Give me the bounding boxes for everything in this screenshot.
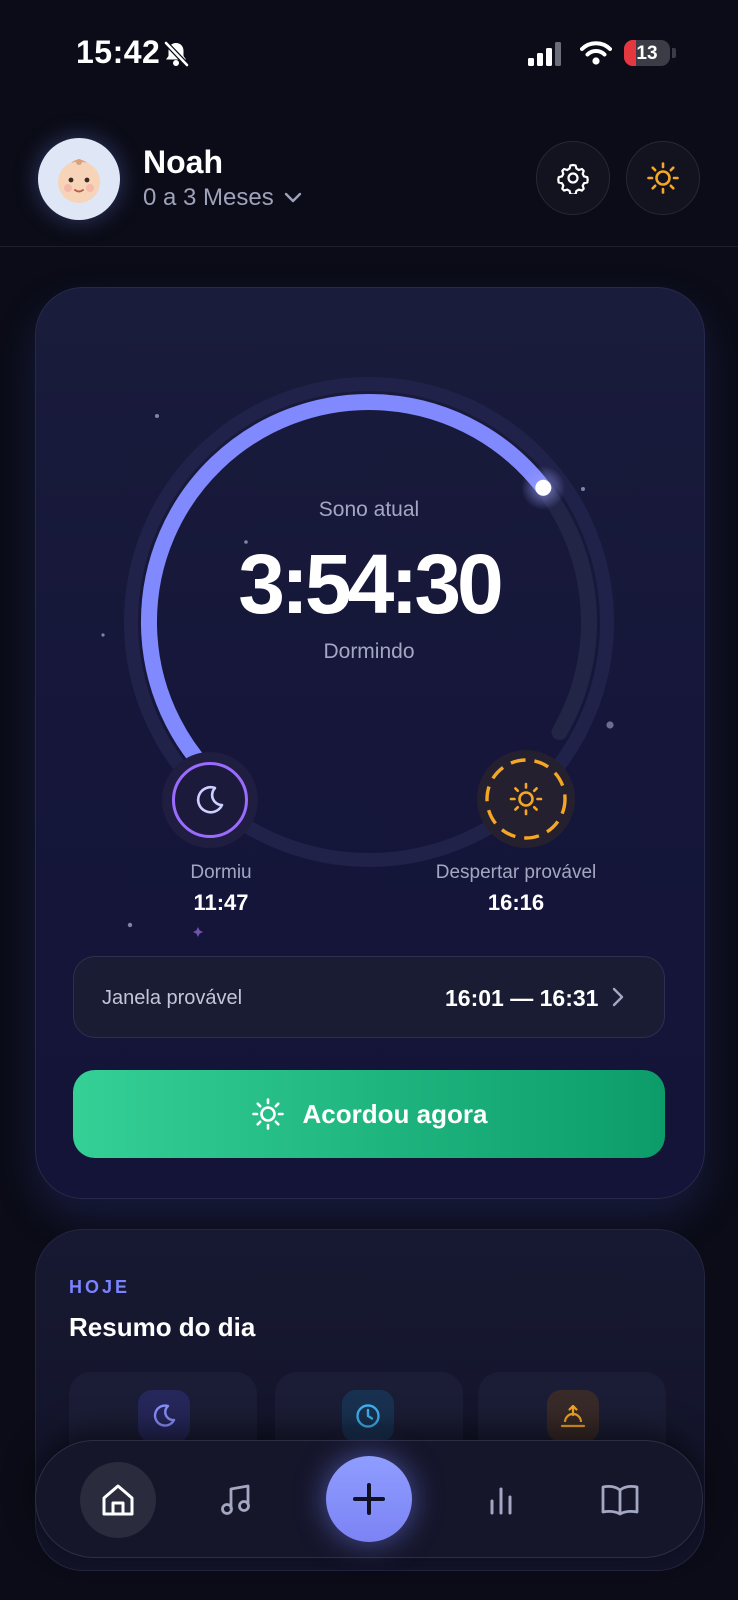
- probable-wake-label: Despertar provável: [435, 862, 597, 883]
- summary-title: Resumo do dia: [69, 1312, 256, 1342]
- sunrise-icon: [560, 1404, 586, 1428]
- plus-icon: [353, 1483, 385, 1515]
- dial-knob: [535, 479, 552, 496]
- age-range-selector[interactable]: 0 a 3 Meses: [143, 184, 302, 212]
- summary-sleep-icon-box: [138, 1390, 190, 1442]
- clock-icon: [356, 1404, 380, 1428]
- summary-wake-icon-box: [547, 1390, 599, 1442]
- probable-window-range: 16:01 — 16:31: [445, 985, 599, 1011]
- add-entry-button[interactable]: [326, 1456, 412, 1542]
- baby-name: Noah: [143, 144, 223, 180]
- sleep-progress-dial: [101, 377, 614, 1037]
- nav-statistics[interactable]: [463, 1462, 539, 1538]
- age-range-label: 0 a 3 Meses: [143, 184, 274, 211]
- slept-marker-ring: [172, 762, 248, 838]
- sun-icon: [485, 758, 567, 840]
- summary-kicker: HOJE: [69, 1277, 131, 1297]
- battery-level: 13: [636, 43, 658, 64]
- slept-time: 11:47: [193, 890, 249, 915]
- theme-toggle-button[interactable]: [626, 141, 700, 215]
- summary-time-icon-box: [342, 1390, 394, 1442]
- battery-nub: [672, 48, 676, 58]
- sleep-timer: 3:54:30: [238, 537, 504, 631]
- wifi-icon: [580, 41, 612, 65]
- nav-sounds[interactable]: [199, 1462, 275, 1538]
- header-divider: [0, 246, 738, 247]
- music-icon: [221, 1484, 250, 1515]
- battery-indicator: 13: [624, 40, 670, 66]
- probable-wake-time: 16:16: [487, 890, 545, 915]
- settings-button[interactable]: [536, 141, 610, 215]
- current-sleep-label: Sono atual: [318, 498, 420, 521]
- bar-chart-icon: [490, 1487, 512, 1515]
- book-icon: [601, 1485, 639, 1516]
- chevron-down-icon: [284, 192, 301, 203]
- sun-icon: [251, 1098, 284, 1130]
- gear-icon: [557, 163, 589, 194]
- status-time: 15:42: [76, 34, 161, 70]
- signal-icon: [528, 42, 561, 66]
- woke-up-now-button[interactable]: Acordou agora: [73, 1070, 665, 1158]
- chevron-right-icon: [612, 987, 624, 1007]
- sleep-state: Dormindo: [323, 640, 415, 663]
- avatar[interactable]: [38, 138, 120, 220]
- sun-icon: [647, 162, 679, 194]
- baby-emoji-icon: [58, 159, 100, 203]
- slept-marker: [162, 752, 258, 848]
- slept-label: Dormiu: [190, 862, 252, 883]
- moon-icon: [153, 1404, 176, 1427]
- wake-marker: [477, 750, 575, 848]
- nav-diary[interactable]: [582, 1462, 658, 1538]
- home-icon: [102, 1484, 134, 1516]
- moon-icon: [196, 785, 224, 814]
- nav-home[interactable]: [80, 1462, 156, 1538]
- woke-up-now-label: Acordou agora: [302, 1098, 488, 1129]
- bell-muted-icon: [164, 41, 189, 67]
- probable-window-label: Janela provável: [102, 987, 243, 1009]
